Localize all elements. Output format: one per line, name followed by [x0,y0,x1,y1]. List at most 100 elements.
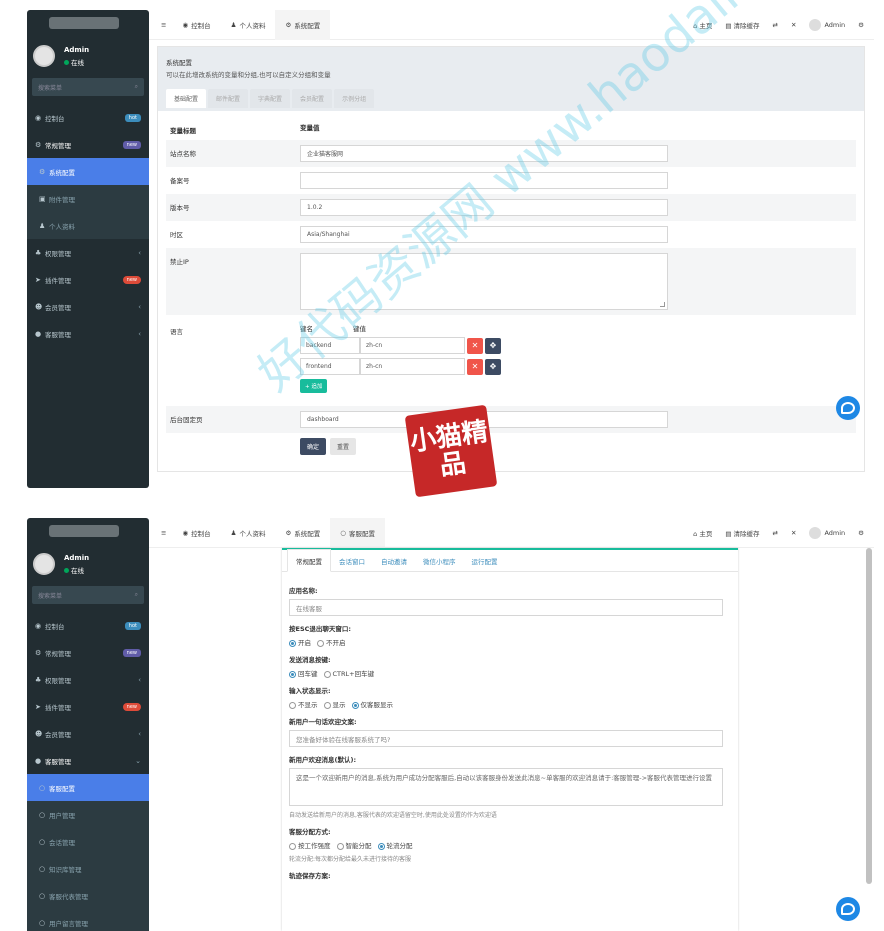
tab-basic[interactable]: 基础配置 [166,89,207,108]
key-input[interactable]: backend [300,337,360,354]
esc-on-radio[interactable]: 开启 [289,637,311,647]
clear-cache-button[interactable]: ▤ 清除缓存 [725,528,759,538]
sidebar-item-system-config[interactable]: ⚙ 系统配置 [27,158,149,185]
tab-runtime[interactable]: 运行配置 [464,550,506,572]
typing-agent-only-radio[interactable]: 仅客服显示 [351,699,393,709]
field-label: 禁止IP [170,258,189,266]
value-input[interactable]: zh-cn [360,337,465,354]
sidebar-item-general[interactable]: ⚙ 常规管理 new [27,131,149,158]
field-label: 备案号 [170,177,190,185]
sidebar-item-messages[interactable]: ○ 用户留言管理 [27,909,149,931]
translate-icon[interactable]: ⇄ [773,21,778,29]
tab-auto-invite[interactable]: 自动邀请 [373,550,415,572]
sidebar-item-addon[interactable]: ➤ 插件管理 new [27,266,149,293]
version-input[interactable]: 1.0.2 [300,199,668,216]
sidebar-item-member[interactable]: ☻ 会员管理 ‹ [27,293,149,320]
tab-profile[interactable]: ♟ 个人资料 [221,518,276,548]
user-menu[interactable]: Admin [809,18,845,31]
clear-cache-button[interactable]: ▤ 清除缓存 [725,20,759,30]
assign-smart-radio[interactable]: 智能分配 [336,840,372,850]
sidebar-item-kefu[interactable]: ● 客服管理 ‹ [27,320,149,347]
tab-example[interactable]: 示例分组 [334,89,375,108]
welcome-msg-help: 自动发送给新用户的消息,客服代表的欢迎语留空时,使用此处设置的作为欢迎语 [289,812,497,819]
tab-general[interactable]: 常规配置 [287,549,331,572]
site-name-input[interactable]: 企业猫客服网 [300,145,668,162]
tab-dashboard[interactable]: ◉ 控制台 [172,518,220,548]
tab-profile[interactable]: ♟ 个人资料 [221,10,276,40]
search-icon[interactable]: ⌕ [135,83,138,91]
tab-member[interactable]: 会员配置 [292,89,333,108]
send-key-label: 发送消息按键: [289,656,331,664]
fullscreen-icon[interactable]: ✕ [791,21,796,29]
sidebar-item-sessions[interactable]: ○ 会话管理 [27,828,149,855]
timezone-input[interactable]: Asia/Shanghai [300,226,668,243]
fullscreen-icon[interactable]: ✕ [791,529,796,537]
sidebar-item-auth[interactable]: ♣ 权限管理 ‹ [27,666,149,693]
sidebar-item-addon[interactable]: ➤ 插件管理 new [27,693,149,720]
translate-icon[interactable]: ⇄ [773,529,778,537]
esc-off-radio[interactable]: 不开启 [317,637,346,647]
sidebar-item-kefu-config[interactable]: ○ 客服配置 [27,774,149,801]
tab-kefu-config[interactable]: ○ 客服配置 [330,517,385,548]
assign-round-robin-radio[interactable]: 轮流分配 [377,840,413,850]
sidebar-item-profile[interactable]: ♟ 个人资料 [27,212,149,239]
typing-show-radio[interactable]: 显示 [323,699,346,709]
search-icon[interactable]: ⌕ [135,591,138,599]
beian-input[interactable] [300,172,668,189]
send-enter-radio[interactable]: 回车键 [289,668,318,678]
drag-icon[interactable]: ✥ [485,337,501,354]
tab-system-config[interactable]: ⚙ 系统配置 [275,9,331,40]
logo [27,10,149,36]
tab-dashboard[interactable]: ◉ 控制台 [172,10,220,40]
drag-icon[interactable]: ✥ [485,358,501,375]
typing-hide-radio[interactable]: 不显示 [289,699,318,709]
search-input[interactable]: 搜索菜单 [38,83,62,92]
remove-icon[interactable]: ✕ [467,358,483,375]
menu-toggle-icon[interactable]: ≡ [161,529,166,537]
sidebar-item-users[interactable]: ○ 用户管理 [27,801,149,828]
tab-email[interactable]: 邮件配置 [208,89,249,108]
tab-dictionary[interactable]: 字典配置 [250,89,291,108]
value-input[interactable]: zh-cn [360,358,465,375]
tab-chat-window[interactable]: 会话窗口 [331,550,373,572]
submit-button[interactable]: 确定 [300,438,327,455]
avatar [33,553,55,575]
menu-toggle-icon[interactable]: ≡ [161,21,166,29]
search-input[interactable]: 搜索菜单 [38,591,62,600]
tab-system-config[interactable]: ⚙ 系统配置 [275,518,330,548]
forbidden-ip-textarea[interactable] [300,253,668,310]
table-row: 后台固定页 dashboard [166,406,856,433]
send-ctrl-enter-radio[interactable]: CTRL+回车键 [323,668,374,678]
chat-float-button[interactable] [836,897,860,921]
sidebar-item-agents[interactable]: ○ 客服代表管理 [27,882,149,909]
settings-icon[interactable]: ⚙ [858,529,864,537]
welcome-msg-textarea[interactable]: 这是一个欢迎新用户的消息,系统为用户成功分配客服后,自动以该客服身份发送此消息~… [289,768,723,806]
settings-icon[interactable]: ⚙ [858,21,864,29]
dashboard-icon: ◉ [35,113,42,122]
field-label: 后台固定页 [170,416,203,424]
remove-icon[interactable]: ✕ [467,337,483,354]
home-link[interactable]: ⌂ 主页 [693,20,712,30]
scrollbar[interactable] [866,548,872,884]
sidebar-item-member[interactable]: ☻ 会员管理 ‹ [27,720,149,747]
sidebar-item-attachment[interactable]: ▣ 附件管理 [27,185,149,212]
assign-workload-radio[interactable]: 按工作强度 [289,840,331,850]
add-pair-button[interactable]: + 追加 [300,379,328,393]
user-panel: Admin 在线 [27,36,149,76]
sidebar-item-dashboard[interactable]: ◉ 控制台 hot [27,612,149,639]
reset-button[interactable]: 重置 [330,438,357,455]
tab-wechat-mini[interactable]: 微信小程序 [415,550,464,572]
sidebar-search[interactable]: 搜索菜单 ⌕ [32,586,144,604]
welcome-input[interactable]: 您准备好体验在线客服系统了吗? [289,730,723,747]
key-input[interactable]: frontend [300,358,360,375]
home-link[interactable]: ⌂ 主页 [693,528,712,538]
sidebar-item-kefu[interactable]: ● 客服管理 ⌄ [27,747,149,774]
user-menu[interactable]: Admin [809,526,845,539]
chat-float-button[interactable] [836,396,860,420]
sidebar-item-general[interactable]: ⚙ 常规管理 new [27,639,149,666]
sidebar-item-dashboard[interactable]: ◉ 控制台 hot [27,104,149,131]
sidebar-search[interactable]: 搜索菜单 ⌕ [32,78,144,96]
app-name-input[interactable]: 在线客服 [289,599,723,616]
sidebar-item-auth[interactable]: ♣ 权限管理 ‹ [27,239,149,266]
sidebar-item-kb[interactable]: ○ 知识库管理 [27,855,149,882]
